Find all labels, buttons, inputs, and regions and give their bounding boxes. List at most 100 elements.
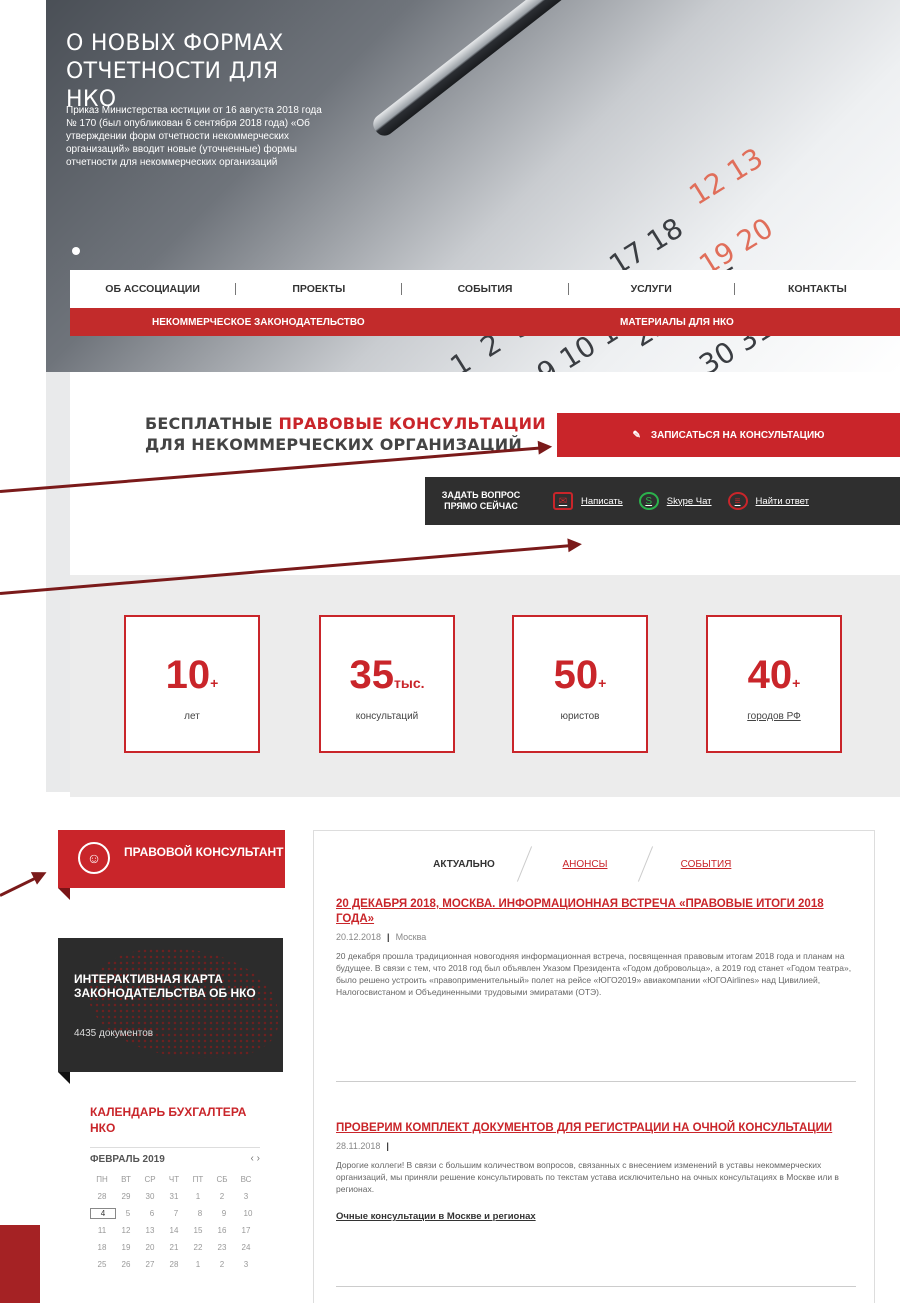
weekday: ВТ (121, 1175, 131, 1184)
stat-lawyers: 50+ юристов (512, 615, 648, 753)
calendar-day[interactable]: 7 (164, 1209, 188, 1218)
calendar-day[interactable]: 29 (114, 1192, 138, 1201)
calendar-day[interactable]: 27 (138, 1260, 162, 1269)
nav-item-services[interactable]: УСЛУГИ (569, 283, 734, 295)
pencil-icon: ✎ (632, 429, 641, 441)
calendar-title[interactable]: КАЛЕНДАРЬ БУХГАЛТЕРА НКО (90, 1104, 260, 1136)
calendar-day[interactable]: 24 (234, 1243, 258, 1252)
russia-map-image (88, 948, 278, 1058)
book-consultation-button[interactable]: ✎ ЗАПИСАТЬСЯ НА КОНСУЛЬТАЦИЮ (557, 413, 900, 457)
calendar-day[interactable]: 6 (140, 1209, 164, 1218)
subnav-legislation[interactable]: НЕКОММЕРЧЕСКОЕ ЗАКОНОДАТЕЛЬСТВО (152, 317, 365, 328)
calendar-week: 11 12 13 14 15 16 17 (90, 1222, 260, 1239)
calendar-day[interactable]: 3 (234, 1192, 258, 1201)
calendar-day[interactable]: 28 (90, 1192, 114, 1201)
calendar-day[interactable]: 5 (116, 1209, 140, 1218)
news-item-title-link[interactable]: ПРОВЕРИМ КОМПЛЕКТ ДОКУМЕНТОВ ДЛЯ РЕГИСТР… (336, 1121, 856, 1136)
calendar-day[interactable]: 13 (138, 1226, 162, 1235)
calendar-day[interactable]: 31 (162, 1192, 186, 1201)
calendar-month: ФЕВРАЛЬ 2019 (90, 1147, 260, 1165)
stat-cities[interactable]: 40+ городов РФ (706, 615, 842, 753)
calendar-day[interactable]: 14 (162, 1226, 186, 1235)
stat-label: юристов (560, 711, 600, 722)
calendar-day[interactable]: 23 (210, 1243, 234, 1252)
news-divider (336, 1081, 856, 1082)
stat-value: 35 (349, 653, 395, 697)
calendar-week: 18 19 20 21 22 23 24 (90, 1239, 260, 1256)
calendar-day[interactable]: 25 (90, 1260, 114, 1269)
calendar-week: 25 26 27 28 1 2 3 (90, 1256, 260, 1273)
news-item-more-link[interactable]: Очные консультации в Москве и регионах (336, 1211, 856, 1222)
calendar-day[interactable]: 18 (90, 1243, 114, 1252)
calendar-decoration: 12 13 (683, 141, 769, 212)
calendar-day[interactable]: 30 (138, 1192, 162, 1201)
news-item-date: 28.11.2018 (336, 1141, 381, 1151)
calendar-day[interactable]: 28 (162, 1260, 186, 1269)
skype-icon: S (638, 492, 659, 510)
news-item-place: Москва (395, 932, 427, 942)
consultation-heading-line2: ДЛЯ НЕКОММЕРЧЕСКИХ ОРГАНИЗАЦИЙ (145, 435, 522, 454)
sub-nav: НЕКОММЕРЧЕСКОЕ ЗАКОНОДАТЕЛЬСТВО МАТЕРИАЛ… (70, 308, 900, 336)
nav-item-about[interactable]: ОБ АССОЦИАЦИИ (70, 283, 235, 295)
interactive-map-card[interactable]: ИНТЕРАКТИВНАЯ КАРТА ЗАКОНОДАТЕЛЬСТВА ОБ … (58, 938, 283, 1072)
news-item-title-link[interactable]: 20 ДЕКАБРЯ 2018, МОСКВА. ИНФОРМАЦИОННАЯ … (336, 897, 856, 927)
news-divider (336, 1286, 856, 1287)
calendar-day[interactable]: 1 (186, 1192, 210, 1201)
nav-item-contacts[interactable]: КОНТАКТЫ (735, 283, 900, 295)
news-item: 20 ДЕКАБРЯ 2018, МОСКВА. ИНФОРМАЦИОННАЯ … (336, 897, 856, 998)
stat-value: 50 (553, 653, 599, 697)
news-tabs: АКТУАЛЬНО АНОНСЫ СОБЫТИЯ (404, 846, 784, 882)
ask-question-bar: ЗАДАТЬ ВОПРОС ПРЯМО СЕЙЧАС ✉ Написать S … (425, 477, 900, 525)
hero-text: Приказ Министерства юстиции от 16 август… (66, 105, 322, 168)
calendar-day[interactable]: 10 (236, 1209, 260, 1218)
envelope-icon: ✉ (553, 492, 573, 510)
calendar-day[interactable]: 17 (234, 1226, 258, 1235)
calendar-nav-arrows[interactable]: ‹ › (251, 1153, 260, 1164)
calendar-day[interactable]: 21 (162, 1243, 186, 1252)
calendar-day[interactable]: 26 (114, 1260, 138, 1269)
calendar-day[interactable]: 8 (188, 1209, 212, 1218)
calendar-day[interactable]: 2 (210, 1192, 234, 1201)
write-link[interactable]: ✉ Написать (553, 492, 623, 510)
calendar-day[interactable]: 2 (210, 1260, 234, 1269)
news-item-meta: 28.11.2018 | (336, 1141, 389, 1151)
slider-dot[interactable] (72, 247, 80, 255)
calendar-day[interactable]: 11 (90, 1226, 114, 1235)
calendar-week: 4 5 6 7 8 9 10 (90, 1205, 260, 1222)
weekday: ВС (240, 1175, 252, 1184)
calendar-day[interactable]: 12 (114, 1226, 138, 1235)
stats-section: 10+ лет 35тыс. консультаций 50+ юристов … (70, 575, 900, 797)
calendar-day[interactable]: 9 (212, 1209, 236, 1218)
news-item-date: 20.12.2018 (336, 932, 382, 942)
subnav-materials[interactable]: МАТЕРИАЛЫ ДЛЯ НКО (620, 317, 734, 328)
stat-suffix: тыс. (394, 675, 425, 691)
legal-consultant-button[interactable]: ☺ ПРАВОВОЙ КОНСУЛЬТАНТ (58, 830, 285, 888)
stat-value: 10 (165, 653, 211, 697)
calendar-day[interactable]: 22 (186, 1243, 210, 1252)
nav-item-events[interactable]: СОБЫТИЯ (402, 283, 567, 295)
calendar-weekdays: ПН ВТ СР ЧТ ПТ СБ ВС (90, 1171, 260, 1188)
calendar-grid: ПН ВТ СР ЧТ ПТ СБ ВС 28 29 30 31 1 2 3 4 5 6 7 8 9 10 11 12… (90, 1171, 260, 1273)
weekday: ПН (96, 1175, 108, 1184)
tab-announcements[interactable]: АНОНСЫ (525, 859, 645, 870)
page-background-strip (46, 372, 70, 792)
tab-events[interactable]: СОБЫТИЯ (646, 859, 766, 870)
stat-label-link[interactable]: городов РФ (708, 711, 840, 722)
calendar-day[interactable]: 19 (114, 1243, 138, 1252)
calendar-day[interactable]: 3 (234, 1260, 258, 1269)
calendar-day[interactable]: 20 (138, 1243, 162, 1252)
calendar-day-today[interactable]: 4 (90, 1208, 116, 1219)
stat-suffix: + (210, 675, 219, 691)
ribbon-fold (58, 888, 70, 900)
calendar-day[interactable]: 16 (210, 1226, 234, 1235)
calendar-day[interactable]: 15 (186, 1226, 210, 1235)
find-answer-link[interactable]: ≡ Найти ответ (727, 492, 809, 510)
hero-title[interactable]: О НОВЫХ ФОРМАХ ОТЧЕТНОСТИ ДЛЯ НКО (66, 30, 336, 114)
stat-years: 10+ лет (124, 615, 260, 753)
calendar-day[interactable]: 1 (186, 1260, 210, 1269)
skype-chat-label: Skype Чат (666, 495, 712, 507)
tab-actual[interactable]: АКТУАЛЬНО (404, 859, 524, 870)
skype-chat-link[interactable]: S Skype Чат (638, 492, 712, 510)
nav-item-projects[interactable]: ПРОЕКТЫ (236, 283, 401, 295)
stat-suffix: + (598, 675, 607, 691)
